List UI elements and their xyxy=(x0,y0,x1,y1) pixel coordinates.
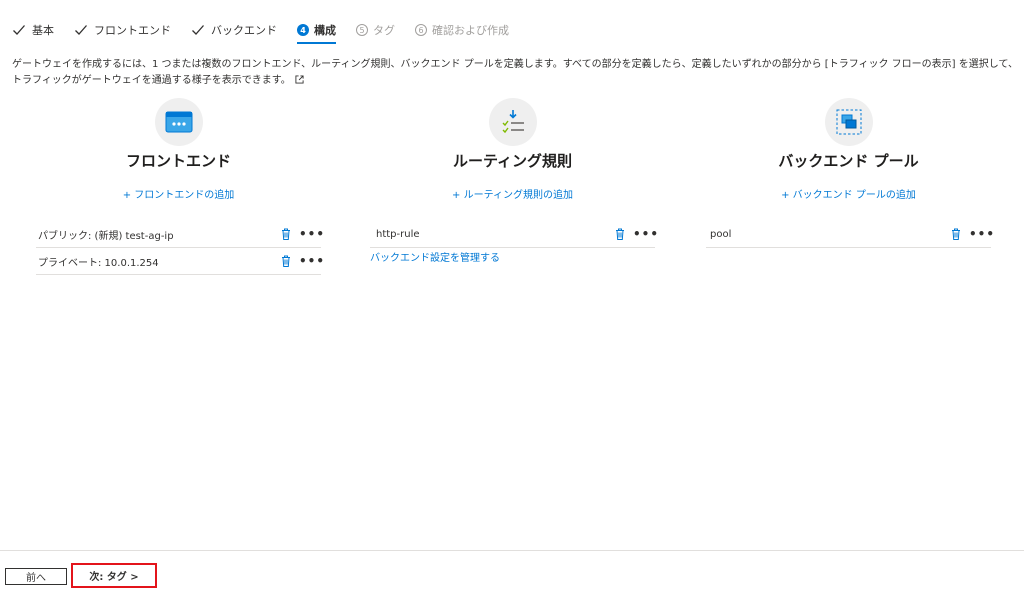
trash-icon[interactable] xyxy=(949,227,963,241)
checkmark-icon xyxy=(13,25,25,35)
frontend-column: フロントエンド + フロントエンドの追加 パブリック: (新規) test-ag… xyxy=(36,98,324,275)
tab-tags[interactable]: 5 タグ xyxy=(356,20,395,40)
frontend-list: パブリック: (新規) test-ag-ip ••• プライベート: 10.0.… xyxy=(36,221,324,275)
tab-label: 確認および作成 xyxy=(432,24,509,37)
routing-rules-icon xyxy=(502,110,524,134)
more-options-icon[interactable]: ••• xyxy=(299,254,324,268)
routing-item-label: http-rule xyxy=(376,228,420,240)
backend-icon-circle xyxy=(824,98,873,146)
more-options-icon[interactable]: ••• xyxy=(969,227,994,241)
next-tags-button[interactable]: 次: タグ > xyxy=(76,567,152,584)
backend-column: バックエンド プール + バックエンド プールの追加 pool ••• xyxy=(706,98,994,248)
routing-icon-circle xyxy=(488,98,537,146)
tab-label: タグ xyxy=(373,24,395,37)
tab-label: バックエンド xyxy=(211,24,277,37)
more-options-icon[interactable]: ••• xyxy=(299,227,324,241)
next-button-highlight: 次: タグ > xyxy=(71,563,157,588)
routing-column: ルーティング規則 + ルーティング規則の追加 http-rule ••• バック… xyxy=(370,98,658,264)
add-frontend-link[interactable]: + フロントエンドの追加 xyxy=(36,186,321,201)
external-link-icon[interactable] xyxy=(295,75,304,84)
list-item: pool ••• xyxy=(706,221,994,248)
trash-icon[interactable] xyxy=(613,227,627,241)
tab-label: 基本 xyxy=(32,24,54,37)
frontend-item-label: パブリック: (新規) test-ag-ip xyxy=(38,230,174,242)
frontend-icon xyxy=(165,111,192,133)
list-item: http-rule ••• xyxy=(370,221,658,248)
page-description: ゲートウェイを作成するには、1 つまたは複数のフロントエンド、ルーティング規則、… xyxy=(12,57,1020,89)
wizard-tabs: 基本 フロントエンド バックエンド 4 構成 5 タグ 6 確認および作成 xyxy=(12,20,529,44)
backend-item-label: pool xyxy=(710,228,732,240)
step-number-badge: 4 xyxy=(297,24,309,36)
tab-review-create[interactable]: 6 確認および作成 xyxy=(415,20,509,40)
tab-label: 構成 xyxy=(314,24,336,37)
add-routing-rule-link[interactable]: + ルーティング規則の追加 xyxy=(370,186,655,201)
frontend-title: フロントエンド xyxy=(125,152,231,170)
routing-title: ルーティング規則 xyxy=(452,152,573,170)
step-number-badge: 6 xyxy=(415,24,427,36)
frontend-item-label: プライベート: 10.0.1.254 xyxy=(38,257,159,269)
tab-configuration[interactable]: 4 構成 xyxy=(297,20,336,44)
backend-title: バックエンド プール xyxy=(778,152,919,170)
more-options-icon[interactable]: ••• xyxy=(633,227,658,241)
routing-list: http-rule ••• バックエンド設定を管理する xyxy=(370,221,658,264)
footer-divider xyxy=(0,550,1024,551)
list-item: パブリック: (新規) test-ag-ip ••• xyxy=(36,221,324,248)
trash-icon[interactable] xyxy=(279,227,293,241)
tab-label: フロントエンド xyxy=(94,24,171,37)
backend-pool-icon xyxy=(836,109,861,135)
checkmark-icon xyxy=(75,25,87,35)
tab-basics[interactable]: 基本 xyxy=(12,20,54,40)
frontend-icon-circle xyxy=(154,98,203,146)
add-backend-pool-link[interactable]: + バックエンド プールの追加 xyxy=(706,186,991,201)
list-item: プライベート: 10.0.1.254 ••• xyxy=(36,248,324,275)
previous-button[interactable]: 前へ xyxy=(5,568,67,585)
tab-backend[interactable]: バックエンド xyxy=(191,20,277,40)
backend-list: pool ••• xyxy=(706,221,994,248)
description-text: ゲートウェイを作成するには、1 つまたは複数のフロントエンド、ルーティング規則、… xyxy=(12,59,1018,86)
tab-frontend[interactable]: フロントエンド xyxy=(74,20,171,40)
trash-icon[interactable] xyxy=(279,254,293,268)
checkmark-icon xyxy=(192,25,204,35)
step-number-badge: 5 xyxy=(356,24,368,36)
manage-backend-settings-link[interactable]: バックエンド設定を管理する xyxy=(370,249,655,264)
